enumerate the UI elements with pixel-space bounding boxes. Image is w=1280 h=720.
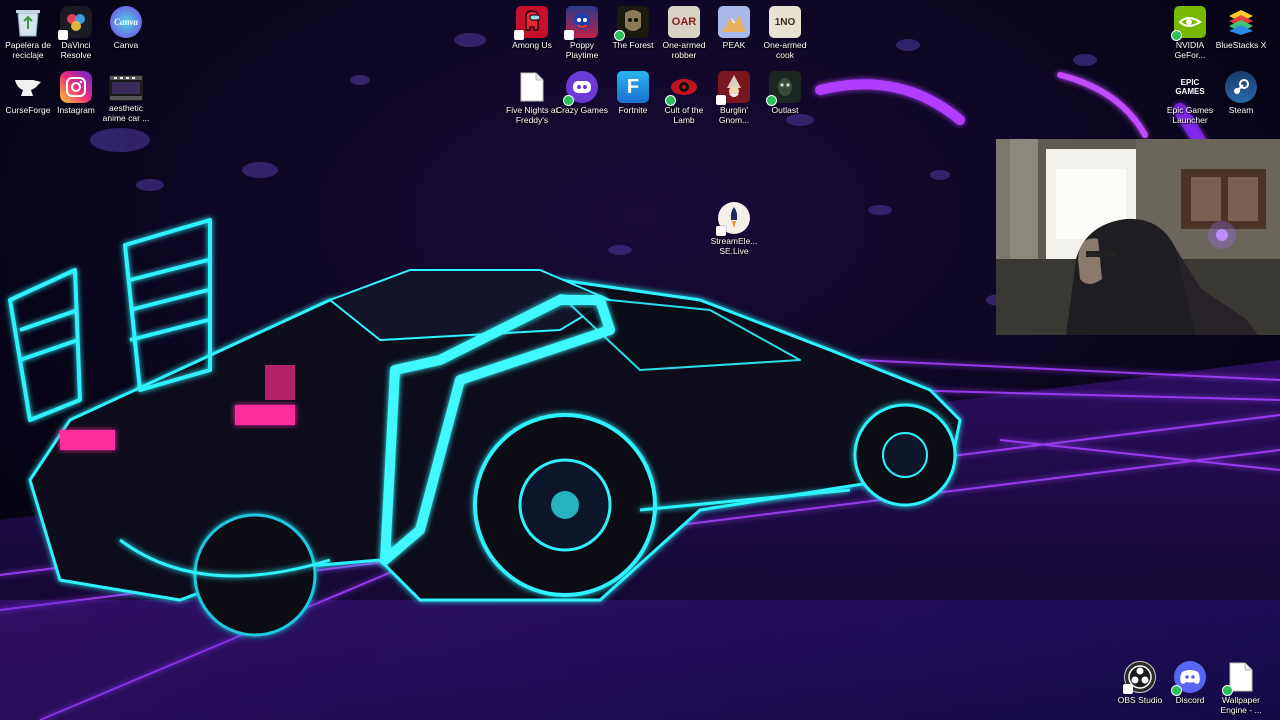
- icon-label: PEAK: [722, 40, 746, 50]
- one-armed-robber-icon: OAR: [668, 6, 700, 38]
- desktop-icon-discord[interactable]: Discord: [1162, 655, 1218, 705]
- sync-check-icon: [665, 95, 676, 106]
- curseforge-icon: [12, 71, 44, 103]
- icon-label: StreamEle... SE.Live: [710, 236, 758, 256]
- icon-label: Canva: [113, 40, 139, 50]
- the-forest-icon: [614, 6, 649, 41]
- desktop-icon-crazy-games[interactable]: Crazy Games: [554, 65, 610, 115]
- recycle-bin-icon: [12, 6, 44, 38]
- shortcut-arrow-icon: [58, 30, 68, 40]
- icon-label: The Forest: [612, 40, 654, 50]
- shortcut-arrow-icon: [564, 30, 574, 40]
- icon-label: Five Nights at Freddy's: [506, 105, 558, 125]
- sync-check-icon: [766, 95, 777, 106]
- desktop-icon-peak[interactable]: PEAK: [706, 0, 762, 50]
- desktop-icon-bluestacks-x[interactable]: BlueStacks X: [1213, 0, 1269, 50]
- discord-icon: [1171, 661, 1206, 696]
- desktop-icon-streamelements[interactable]: StreamEle... SE.Live: [706, 196, 762, 256]
- icon-label: aesthetic anime car ...: [102, 103, 150, 123]
- bluestacks-icon: [1225, 6, 1257, 38]
- poppy-playtime-icon: [564, 6, 598, 40]
- peak-icon: [718, 6, 750, 38]
- webcam-overlay: [996, 139, 1280, 335]
- desktop-icon-cult-of-the-lamb[interactable]: Cult of the Lamb: [656, 65, 712, 125]
- video-file-icon: [109, 75, 143, 101]
- icon-label: OBS Studio: [1117, 695, 1163, 705]
- icon-label: NVIDIA GeFor...: [1174, 40, 1206, 60]
- icon-label: Discord: [1175, 695, 1205, 705]
- epic-games-icon: EPIC GAMES: [1175, 78, 1205, 96]
- shortcut-arrow-icon: [716, 226, 726, 236]
- icon-label: Cult of the Lamb: [664, 105, 704, 125]
- desktop-icon-wallpaper-engine[interactable]: Wallpaper Engine - ...: [1213, 655, 1269, 715]
- desktop-icon-among-us[interactable]: Among Us: [504, 0, 560, 50]
- fortnite-icon: F: [617, 71, 649, 103]
- nvidia-icon: [1171, 6, 1206, 41]
- sync-check-icon: [1171, 30, 1182, 41]
- icon-label: BlueStacks X: [1215, 40, 1267, 50]
- desktop-icon-one-armed-robber[interactable]: OAR One-armed robber: [656, 0, 712, 60]
- shortcut-arrow-icon: [716, 95, 726, 105]
- desktop-icon-one-armed-cook[interactable]: 1NO One-armed cook: [757, 0, 813, 60]
- icon-label: One-armed robber: [662, 40, 706, 60]
- canva-icon: Canva: [110, 6, 142, 38]
- blank-file-icon: [516, 71, 548, 103]
- desktop-icon-five-nights-at-freddys[interactable]: Five Nights at Freddy's: [504, 65, 560, 125]
- desktop-icon-nvidia-geforce[interactable]: NVIDIA GeFor...: [1162, 0, 1218, 60]
- desktop-icon-aesthetic-anime-car[interactable]: aesthetic anime car ...: [98, 65, 154, 123]
- icon-label: Steam: [1228, 105, 1254, 115]
- shortcut-arrow-icon: [1123, 684, 1133, 694]
- desktop-icon-epic-games-launcher[interactable]: EPIC GAMES Epic Games Launcher: [1162, 65, 1218, 125]
- desktop-icon-davinci-resolve[interactable]: DaVinci Resolve: [48, 0, 104, 60]
- davinci-resolve-icon: [58, 6, 92, 40]
- sync-check-icon: [563, 95, 574, 106]
- desktop-icon-instagram[interactable]: Instagram: [48, 65, 104, 115]
- icon-label: Burglin' Gnom...: [718, 105, 750, 125]
- shortcut-arrow-icon: [514, 30, 524, 40]
- icon-label: DaVinci Resolve: [60, 40, 92, 60]
- sync-check-icon: [614, 30, 625, 41]
- icon-label: Epic Games Launcher: [1166, 105, 1214, 125]
- desktop-icon-the-forest[interactable]: The Forest: [605, 0, 661, 50]
- desktop-icon-burglin-gnomes[interactable]: Burglin' Gnom...: [706, 65, 762, 125]
- instagram-icon: [60, 71, 92, 103]
- obs-icon: [1123, 661, 1156, 694]
- icon-label: Wallpaper Engine - ...: [1220, 695, 1262, 715]
- outlast-icon: [766, 71, 801, 106]
- sync-check-icon: [1222, 685, 1233, 696]
- streamelements-icon: [716, 202, 750, 236]
- desktop-icon-poppy-playtime[interactable]: Poppy Playtime: [554, 0, 610, 60]
- sync-check-icon: [1171, 685, 1182, 696]
- desktop-icon-obs-studio[interactable]: OBS Studio: [1112, 655, 1168, 705]
- icon-label: Poppy Playtime: [565, 40, 599, 60]
- icon-label: Instagram: [57, 105, 95, 115]
- burglin-gnomes-icon: [716, 71, 750, 105]
- desktop-icon-canva[interactable]: Canva Canva: [98, 0, 154, 50]
- desktop-icon-outlast[interactable]: Outlast: [757, 65, 813, 115]
- blank-file-icon: [1222, 661, 1257, 696]
- icon-label: Outlast: [771, 105, 799, 115]
- desktop-icon-steam[interactable]: Steam: [1213, 65, 1269, 115]
- icon-label: One-armed cook: [763, 40, 807, 60]
- one-armed-cook-icon: 1NO: [769, 6, 801, 38]
- crazy-games-icon: [563, 71, 598, 106]
- webcam-feed-image: [996, 139, 1280, 335]
- among-us-icon: [514, 6, 548, 40]
- cult-of-the-lamb-icon: [665, 71, 700, 106]
- icon-label: Among Us: [512, 40, 552, 50]
- icon-label: Fortnite: [618, 105, 648, 115]
- steam-icon: [1225, 71, 1257, 103]
- icon-label: Crazy Games: [556, 105, 608, 115]
- desktop-icon-fortnite[interactable]: F Fortnite: [605, 65, 661, 115]
